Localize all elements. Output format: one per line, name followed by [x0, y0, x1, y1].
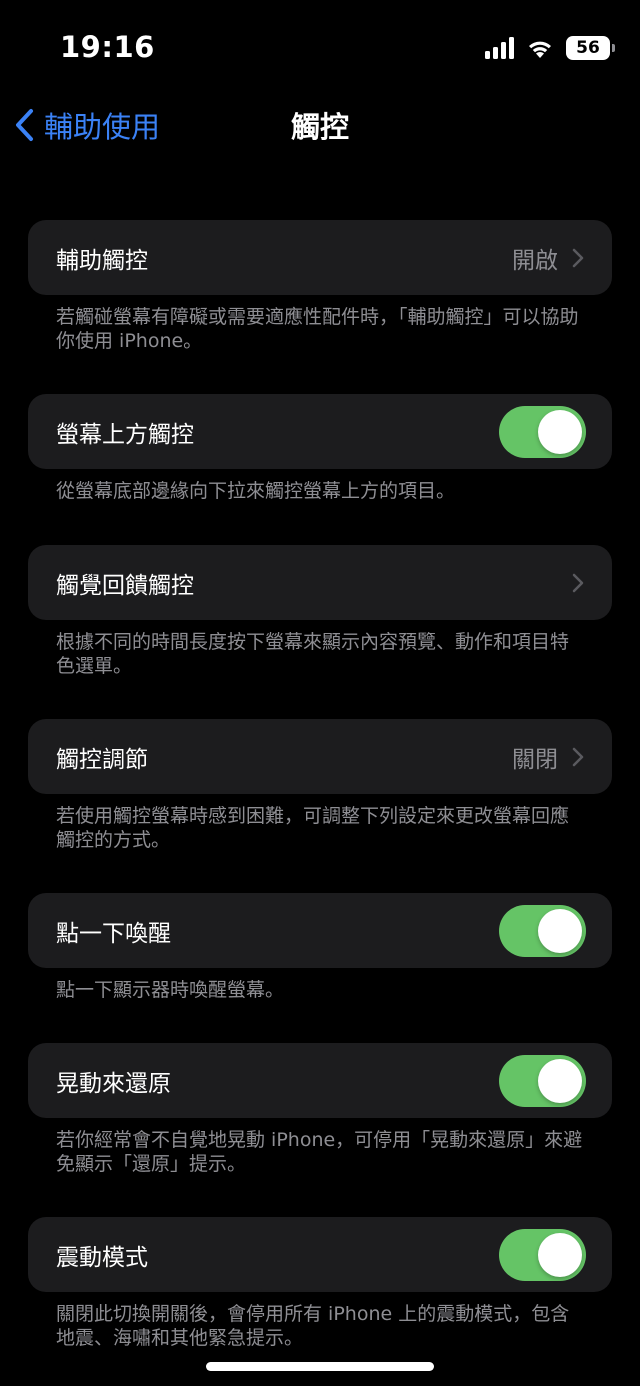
section-shake-to-undo: 晃動來還原 若你經常會不自覺地晃動 iPhone，可停用「晃動來還原」來避免顯示… [28, 1043, 612, 1217]
status-time: 19:16 [60, 30, 155, 64]
navigation-bar: 輔助使用 觸控 [0, 100, 640, 150]
vibration-label: 震動模式 [56, 1244, 148, 1271]
cellular-signal-icon [485, 37, 514, 59]
home-indicator[interactable] [206, 1362, 434, 1371]
section-tap-to-wake: 點一下喚醒 點一下顯示器時喚醒螢幕。 [28, 893, 612, 1043]
shake-to-undo-row: 晃動來還原 [28, 1043, 612, 1118]
haptic-touch-label: 觸覺回饋觸控 [56, 572, 194, 599]
shake-to-undo-label: 晃動來還原 [56, 1070, 171, 1097]
tap-to-wake-row: 點一下喚醒 [28, 893, 612, 968]
vibration-footer: 關閉此切換開關後，會停用所有 iPhone 上的震動模式，包含地震、海嘯和其他緊… [56, 1303, 570, 1349]
page-title: 觸控 [290, 110, 349, 144]
haptic-touch-footer: 根據不同的時間長度按下螢幕來顯示內容預覽、動作和項目特色選單。 [56, 631, 570, 677]
assistive-touch-footer: 若觸碰螢幕有障礙或需要適應性配件時，「輔助觸控」可以協助你使用 iPhone。 [56, 306, 579, 352]
shake-to-undo-toggle[interactable] [499, 1054, 586, 1107]
vibration-row: 震動模式 [28, 1217, 612, 1292]
tap-to-wake-toggle[interactable] [499, 904, 586, 957]
section-touch-accommodations: 觸控調節 關閉 若使用觸控螢幕時感到困難，可調整下列設定來更改螢幕回應觸控的方式… [28, 719, 612, 893]
shake-to-undo-footer: 若你經常會不自覺地晃動 iPhone，可停用「晃動來還原」來避免顯示「還原」提示… [56, 1129, 583, 1175]
section-reachability: 螢幕上方觸控 從螢幕底部邊緣向下拉來觸控螢幕上方的項目。 [28, 394, 612, 545]
reachability-toggle[interactable] [499, 405, 586, 458]
assistive-touch-value: 開啟 [512, 247, 558, 274]
chevron-right-icon [572, 747, 584, 767]
assistive-touch-label: 輔助觸控 [56, 247, 148, 274]
touch-accommodations-footer: 若使用觸控螢幕時感到困難，可調整下列設定來更改螢幕回應觸控的方式。 [56, 805, 570, 851]
status-bar: 19:16 56 [0, 0, 640, 100]
touch-accommodations-row[interactable]: 觸控調節 關閉 [28, 719, 612, 794]
toggle-knob [538, 1058, 582, 1103]
toggle-knob [538, 908, 582, 953]
status-icons: 56 [485, 36, 615, 60]
vibration-toggle[interactable] [499, 1228, 586, 1281]
touch-accommodations-label: 觸控調節 [56, 746, 148, 773]
section-vibration: 震動模式 關閉此切換開關後，會停用所有 iPhone 上的震動模式，包含地震、海… [28, 1217, 612, 1350]
battery-icon: 56 [566, 36, 615, 60]
chevron-right-icon [572, 573, 584, 593]
touch-accommodations-value: 關閉 [512, 746, 558, 773]
toggle-knob [538, 1232, 582, 1277]
toggle-knob [538, 409, 582, 454]
reachability-label: 螢幕上方觸控 [56, 421, 194, 448]
tap-to-wake-label: 點一下喚醒 [56, 920, 171, 947]
tap-to-wake-footer: 點一下顯示器時喚醒螢幕。 [56, 979, 285, 1001]
reachability-row: 螢幕上方觸控 [28, 394, 612, 469]
assistive-touch-row[interactable]: 輔助觸控 開啟 [28, 220, 612, 295]
section-haptic-touch: 觸覺回饋觸控 根據不同的時間長度按下螢幕來顯示內容預覽、動作和項目特色選單。 [28, 545, 612, 719]
wifi-icon [529, 41, 551, 58]
settings-list: 輔助觸控 開啟 若觸碰螢幕有障礙或需要適應性配件時，「輔助觸控」可以協助你使用 … [0, 220, 640, 1350]
haptic-touch-row[interactable]: 觸覺回饋觸控 [28, 545, 612, 620]
reachability-footer: 從螢幕底部邊緣向下拉來觸控螢幕上方的項目。 [56, 480, 456, 502]
section-assistive-touch: 輔助觸控 開啟 若觸碰螢幕有障礙或需要適應性配件時，「輔助觸控」可以協助你使用 … [28, 220, 612, 394]
chevron-right-icon [572, 248, 584, 268]
